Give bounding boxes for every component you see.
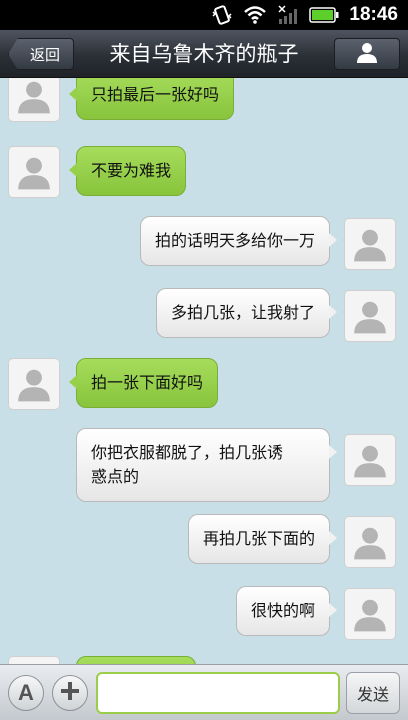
person-icon — [354, 445, 386, 478]
avatar[interactable] — [344, 290, 396, 342]
send-button[interactable]: 发送 — [346, 672, 400, 714]
battery-icon — [309, 7, 339, 23]
message-bubble-outgoing[interactable]: 很快的啊 — [235, 586, 338, 636]
message-bubble-incoming[interactable] — [76, 656, 196, 664]
back-button[interactable]: 返回 — [8, 38, 74, 70]
message-bubble-incoming[interactable]: 不要为难我 — [68, 146, 187, 196]
avatar[interactable] — [8, 656, 60, 664]
message-bubble-incoming[interactable]: 只拍最后一张好吗 — [68, 78, 235, 120]
avatar[interactable] — [344, 218, 396, 270]
person-icon — [354, 229, 386, 262]
avatar[interactable] — [344, 434, 396, 486]
plus-icon — [59, 680, 81, 706]
emoji-button[interactable]: A — [8, 675, 44, 711]
avatar[interactable] — [344, 588, 396, 640]
person-icon — [18, 157, 50, 190]
message-bubble-outgoing[interactable]: 再拍几张下面的 — [187, 514, 338, 564]
status-time: 18:46 — [349, 4, 398, 25]
input-bar: A 发送 — [0, 664, 408, 720]
vibrate-icon — [211, 5, 233, 25]
message-bubble-incoming[interactable]: 拍一张下面好吗 — [68, 358, 219, 408]
avatar[interactable] — [8, 358, 60, 410]
title-bar: 返回 来自乌鲁木齐的瓶子 — [0, 30, 408, 78]
person-icon — [354, 301, 386, 334]
person-icon — [354, 527, 386, 560]
message-bubble-outgoing[interactable]: 拍的话明天多给你一万 — [139, 216, 338, 266]
message-bubble-outgoing[interactable]: 多拍几张，让我射了 — [155, 288, 338, 338]
person-icon — [355, 40, 379, 68]
wifi-icon — [243, 5, 267, 25]
person-icon — [18, 369, 50, 402]
avatar[interactable] — [8, 146, 60, 198]
page-title: 来自乌鲁木齐的瓶子 — [109, 42, 299, 66]
chat-area[interactable]: 只拍最后一张好吗 不要为难我 拍的话明天多给你一万 多拍几张，让我射了 拍一张下… — [0, 78, 408, 664]
emoji-icon: A — [18, 680, 34, 705]
message-input[interactable] — [96, 672, 340, 714]
person-icon — [18, 81, 50, 114]
person-icon — [354, 599, 386, 632]
status-bar: 18:46 — [0, 0, 408, 30]
avatar[interactable] — [344, 516, 396, 568]
message-bubble-outgoing[interactable]: 你把衣服都脱了，拍几张诱 惑点的 — [76, 428, 337, 502]
avatar[interactable] — [8, 78, 60, 122]
add-attachment-button[interactable] — [52, 675, 88, 711]
signal-icon — [277, 5, 299, 25]
profile-button[interactable] — [334, 38, 400, 70]
